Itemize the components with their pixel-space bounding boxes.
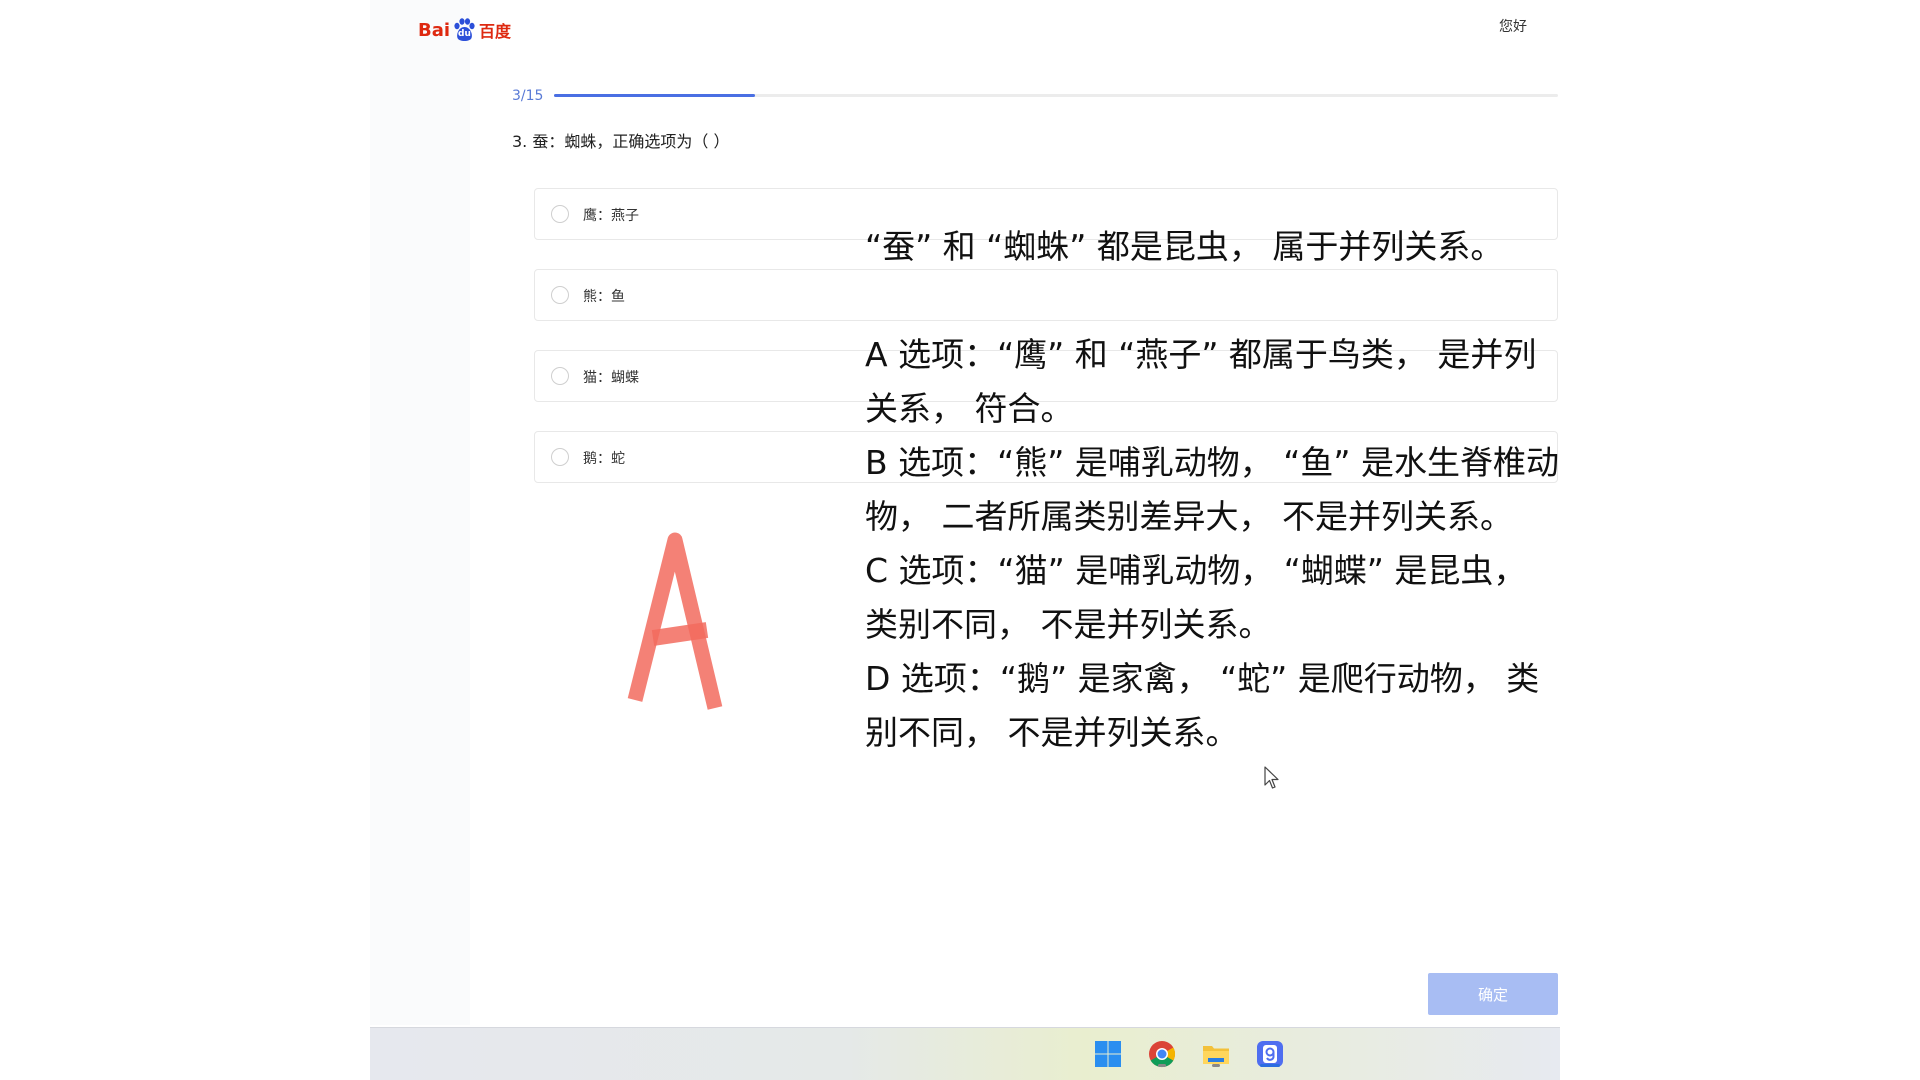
paw-icon: du	[451, 17, 477, 43]
handwritten-answer-mark	[625, 530, 745, 719]
radio-button[interactable]	[551, 286, 569, 304]
baidu-logo[interactable]: Bai du 百度	[418, 12, 511, 48]
chrome-icon[interactable]	[1146, 1038, 1178, 1070]
option-label: 鹅：蛇	[583, 451, 625, 467]
progress-label: 3/15	[512, 88, 544, 104]
option-label: 鹰：燕子	[583, 208, 639, 224]
logo-cn: 百度	[479, 22, 512, 41]
question-text: 3. 蚕：蜘蛛，正确选项为（ ）	[512, 132, 730, 151]
left-margin	[370, 0, 470, 1025]
app-icon[interactable]	[1254, 1038, 1286, 1070]
explanation-intro: “蚕” 和 “蜘蛛” 都是昆虫， 属于并列关系。	[865, 227, 1504, 266]
logo-latin: Bai	[418, 19, 451, 41]
progress-bar	[554, 94, 1558, 97]
app-window: Bai du 百度 您好 3/15 3. 蚕：蜘蛛，正确选项为（ ） 鹰：燕子 …	[370, 0, 1560, 1080]
progress-fill	[554, 94, 755, 97]
confirm-button[interactable]: 确定	[1428, 973, 1558, 1015]
explanation-overlay: “蚕” 和 “蜘蛛” 都是昆虫， 属于并列关系。 A 选项：“鹰” 和 “燕子”…	[865, 220, 1560, 760]
taskbar	[370, 1027, 1560, 1080]
mouse-cursor-icon	[1264, 766, 1279, 789]
option-label: 猫：蝴蝶	[583, 370, 639, 386]
logo-du: du	[458, 29, 471, 39]
explanation-line: C 选项：“猫” 是哺乳动物， “蝴蝶” 是昆虫， 类别不同， 不是并列关系。	[865, 551, 1527, 644]
radio-button[interactable]	[551, 367, 569, 385]
radio-button[interactable]	[551, 448, 569, 466]
explanation-line: B 选项：“熊” 是哺乳动物， “鱼” 是水生脊椎动物， 二者所属类别差异大， …	[865, 443, 1559, 536]
option-label: 熊：鱼	[583, 289, 625, 305]
explanation-line: D 选项：“鹅” 是家禽， “蛇” 是爬行动物， 类别不同， 不是并列关系。	[865, 659, 1540, 752]
explanation-line: A 选项：“鹰” 和 “燕子” 都属于鸟类， 是并列关系， 符合。	[865, 335, 1537, 428]
windows-start-icon[interactable]	[1092, 1038, 1124, 1070]
file-explorer-icon[interactable]	[1200, 1038, 1232, 1070]
radio-button[interactable]	[551, 205, 569, 223]
user-greeting[interactable]: 您好	[1499, 16, 1527, 36]
